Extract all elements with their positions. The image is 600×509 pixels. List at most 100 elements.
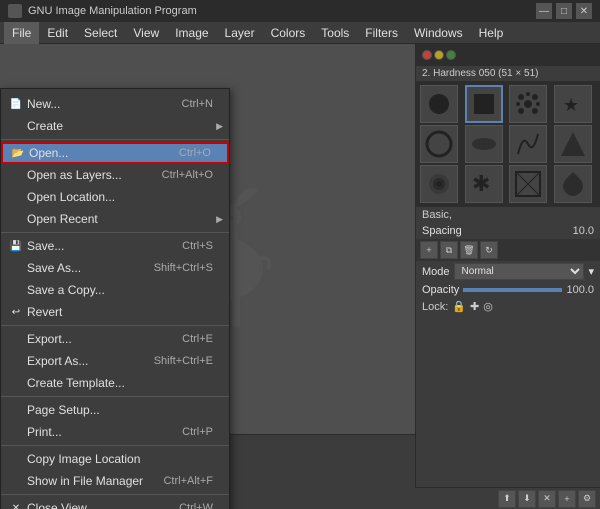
minimize-button[interactable]: — <box>536 3 552 19</box>
export-as-left: Export As... <box>23 354 88 368</box>
open-location-label: Open Location... <box>27 190 115 204</box>
opacity-slider[interactable] <box>463 288 562 292</box>
right-panel-bottom-bar: ⬆ ⬇ ✕ + ⚙ <box>415 487 600 509</box>
menu-item-open[interactable]: 📂 Open... Ctrl+O <box>1 142 229 164</box>
mode-select[interactable]: Normal <box>454 263 585 280</box>
export-shortcut: Ctrl+E <box>182 333 213 345</box>
svg-text:✱: ✱ <box>472 171 490 196</box>
spacing-row: Spacing 10.0 <box>416 223 600 239</box>
menu-item-open-layers[interactable]: Open as Layers... Ctrl+Alt+O <box>1 164 229 186</box>
revert-label: Revert <box>27 305 62 319</box>
menu-item-create[interactable]: Create <box>1 115 229 137</box>
print-icon <box>9 425 23 439</box>
panel-bottom-btn4[interactable]: + <box>558 490 576 508</box>
brush-item-selected[interactable] <box>465 85 503 123</box>
panel-toolbar: + ⧉ 🗑 ↻ <box>416 239 600 261</box>
save-icon: 💾 <box>9 239 23 253</box>
menu-item-page-setup[interactable]: Page Setup... <box>1 399 229 421</box>
menu-item-create-template[interactable]: Create Template... <box>1 372 229 394</box>
menu-item-new[interactable]: 📄 New... Ctrl+N <box>1 93 229 115</box>
panel-bottom-btn5[interactable]: ⚙ <box>578 490 596 508</box>
menu-colors[interactable]: Colors <box>263 22 314 44</box>
menu-help[interactable]: Help <box>471 22 512 44</box>
lock-alpha-icon[interactable]: 🔒 <box>452 300 466 313</box>
new-item-left: 📄 New... <box>23 97 60 111</box>
close-view-icon: ✕ <box>9 501 23 509</box>
refresh-brush-button[interactable]: ↻ <box>480 241 498 259</box>
new-label: New... <box>27 97 60 111</box>
create-template-icon <box>9 376 23 390</box>
lock-visibility-icon[interactable]: ◎ <box>483 300 493 313</box>
brush-item[interactable] <box>554 165 592 203</box>
open-layers-shortcut: Ctrl+Alt+O <box>162 169 213 181</box>
menu-item-show-file-manager[interactable]: Show in File Manager Ctrl+Alt+F <box>1 470 229 492</box>
menu-section-open: 📂 Open... Ctrl+O Open as Layers... Ctrl+… <box>1 140 229 233</box>
brush-item[interactable] <box>465 125 503 163</box>
panel-bottom-btn1[interactable]: ⬆ <box>498 490 516 508</box>
panel-bottom-btn3[interactable]: ✕ <box>538 490 556 508</box>
brush-item[interactable]: ✱ <box>465 165 503 203</box>
menu-item-print[interactable]: Print... Ctrl+P <box>1 421 229 443</box>
menu-tools[interactable]: Tools <box>313 22 357 44</box>
open-layers-icon <box>9 168 23 182</box>
menu-windows[interactable]: Windows <box>406 22 471 44</box>
opacity-value: 100.0 <box>566 284 594 296</box>
close-button[interactable]: ✕ <box>576 3 592 19</box>
spacing-value: 10.0 <box>573 225 594 237</box>
window-controls[interactable]: — □ ✕ <box>536 3 592 19</box>
export-left: Export... <box>23 332 72 346</box>
panel-bottom-btn2[interactable]: ⬇ <box>518 490 536 508</box>
duplicate-brush-button[interactable]: ⧉ <box>440 241 458 259</box>
menu-item-close-view[interactable]: ✕ Close View Ctrl+W <box>1 497 229 509</box>
menu-image[interactable]: Image <box>167 22 216 44</box>
brush-item[interactable]: ★ <box>554 85 592 123</box>
brush-item[interactable] <box>420 125 458 163</box>
menu-file[interactable]: File <box>4 22 39 44</box>
brush-item[interactable] <box>554 125 592 163</box>
new-brush-button[interactable]: + <box>420 241 438 259</box>
mode-arrow-icon: ▾ <box>588 265 594 278</box>
show-fm-icon <box>9 474 23 488</box>
opacity-slider-fill <box>463 288 562 292</box>
menu-item-save[interactable]: 💾 Save... Ctrl+S <box>1 235 229 257</box>
dot-red <box>422 50 432 60</box>
color-dots <box>422 50 456 60</box>
open-location-icon <box>9 190 23 204</box>
save-copy-left: Save a Copy... <box>23 283 105 297</box>
brush-item[interactable] <box>509 165 547 203</box>
brush-item[interactable] <box>509 85 547 123</box>
create-template-label: Create Template... <box>27 376 125 390</box>
open-recent-label: Open Recent <box>27 212 98 226</box>
menu-item-revert[interactable]: ↩ Revert <box>1 301 229 323</box>
dot-green <box>446 50 456 60</box>
copy-location-icon <box>9 452 23 466</box>
menu-item-open-location[interactable]: Open Location... <box>1 186 229 208</box>
menu-item-open-recent[interactable]: Open Recent <box>1 208 229 230</box>
show-fm-left: Show in File Manager <box>23 474 143 488</box>
open-recent-icon <box>9 212 23 226</box>
menu-section-new: 📄 New... Ctrl+N Create <box>1 91 229 140</box>
lock-position-icon[interactable]: ✚ <box>470 300 479 313</box>
open-location-left: Open Location... <box>23 190 115 204</box>
save-left: 💾 Save... <box>23 239 64 253</box>
menu-item-save-copy[interactable]: Save a Copy... <box>1 279 229 301</box>
export-as-label: Export As... <box>27 354 88 368</box>
brush-item[interactable] <box>420 85 458 123</box>
menu-select[interactable]: Select <box>76 22 125 44</box>
export-as-icon <box>9 354 23 368</box>
brush-item[interactable] <box>509 125 547 163</box>
menu-item-copy-location[interactable]: Copy Image Location <box>1 448 229 470</box>
maximize-button[interactable]: □ <box>556 3 572 19</box>
menu-edit[interactable]: Edit <box>39 22 76 44</box>
menu-item-save-as[interactable]: Save As... Shift+Ctrl+S <box>1 257 229 279</box>
brush-item[interactable] <box>420 165 458 203</box>
create-label: Create <box>27 119 63 133</box>
menu-filters[interactable]: Filters <box>357 22 406 44</box>
menu-layer[interactable]: Layer <box>217 22 263 44</box>
menu-view[interactable]: View <box>125 22 167 44</box>
delete-brush-button[interactable]: 🗑 <box>460 241 478 259</box>
menu-item-export-as[interactable]: Export As... Shift+Ctrl+E <box>1 350 229 372</box>
menu-item-export[interactable]: Export... Ctrl+E <box>1 328 229 350</box>
lock-row: Lock: 🔒 ✚ ◎ <box>416 298 600 315</box>
open-item-left: 📂 Open... <box>25 146 68 160</box>
